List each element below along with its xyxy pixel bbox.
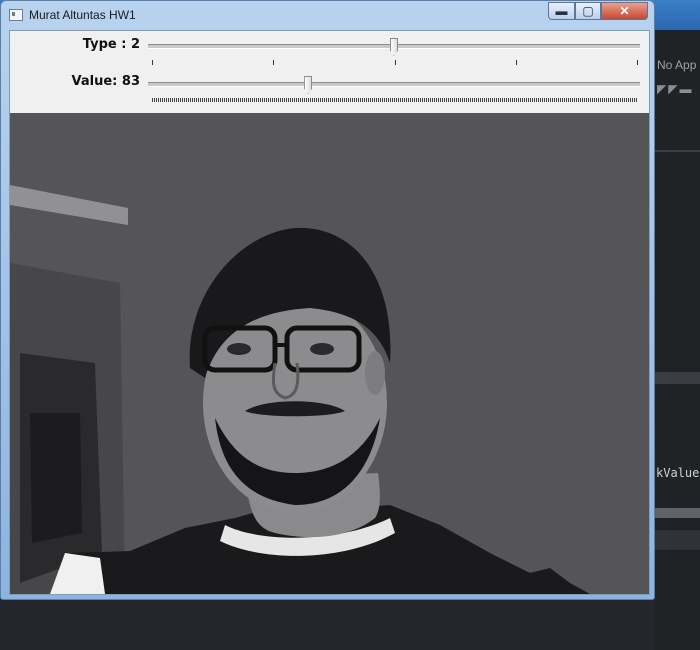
background-divider [655,530,700,550]
trackbar-tick [152,60,153,65]
trackbar-tick [394,60,396,65]
background-toolbar-icons: ◤◤▬ [657,82,694,96]
trackbar-ticks-value [152,98,638,102]
background-code-text: kValue [656,466,700,480]
close-icon: ✕ [619,4,630,18]
background-ide-panel [655,30,700,650]
window-icon[interactable] [9,9,23,21]
close-button[interactable]: ✕ [601,2,648,20]
background-scrollbar [655,508,700,518]
background-divider [655,150,700,152]
trackbar-thumb-type[interactable] [390,38,398,56]
maximize-button[interactable]: ▢ [575,2,601,20]
window-client-area: Type : 2 Value: 83 [9,30,650,595]
background-partial-text: No App [657,58,697,72]
minimize-icon: ▬ [555,4,568,18]
trackbar-track-value[interactable] [148,82,640,87]
trackbar-type: Type : 2 [10,31,649,69]
app-window: Murat Altuntas HW1 ▬ ▢ ✕ Type : 2 Value:… [0,0,655,600]
trackbar-value: Value: 83 [10,69,649,107]
maximize-icon: ▢ [582,4,594,18]
title-bar[interactable]: Murat Altuntas HW1 ▬ ▢ ✕ [1,1,654,29]
trackbar-label-type: Type : 2 [82,37,140,52]
trackbar-tick [273,60,275,65]
video-frame [10,113,649,594]
trackbar-tick [515,60,517,65]
trackbar-label-value: Value: 83 [71,74,140,89]
trackbar-ticks-type [152,60,638,65]
webcam-image [10,113,649,594]
trackbar-tick [637,60,638,65]
trackbar-thumb-value[interactable] [304,76,313,94]
minimize-button[interactable]: ▬ [548,2,575,20]
background-divider [655,372,700,384]
window-title: Murat Altuntas HW1 [29,8,136,22]
